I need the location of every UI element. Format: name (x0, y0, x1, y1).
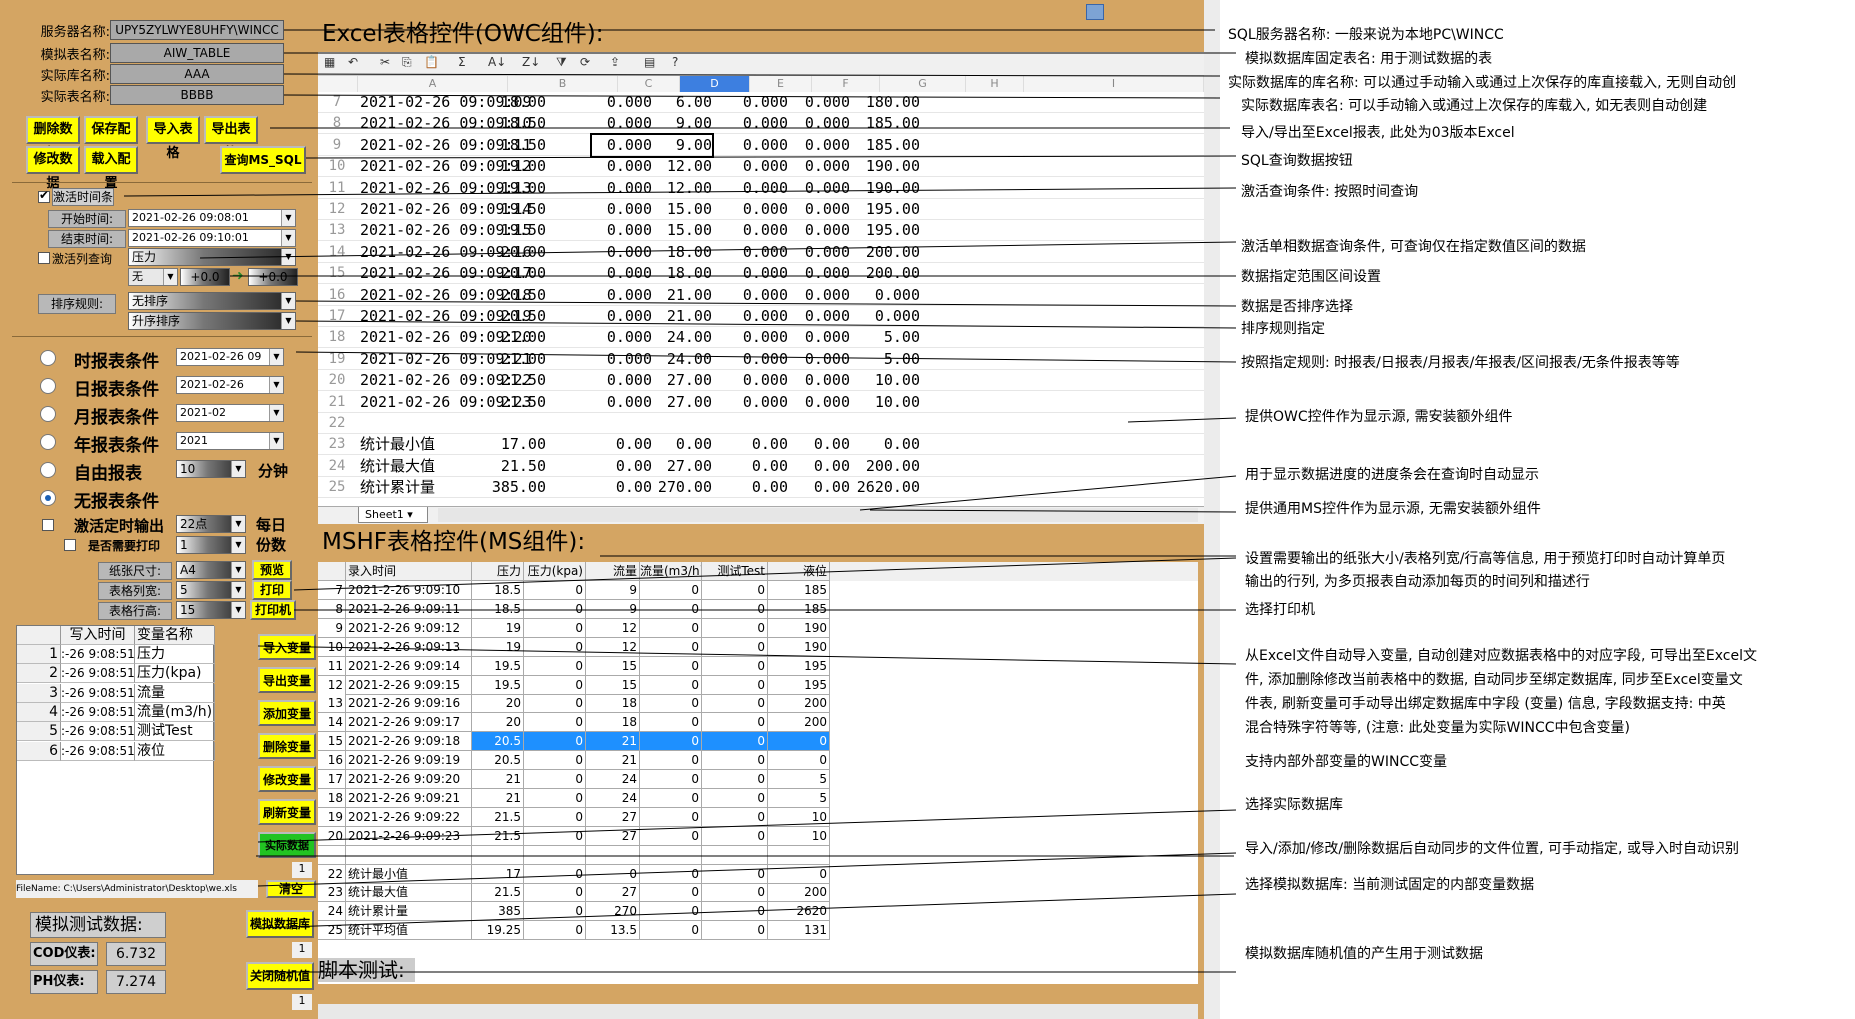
annotation-text: 提供通用MS控件作为显示源, 无需安装额外组件 (1245, 501, 1541, 517)
annotation-text: 导入/添加/修改/删除数据后自动同步的文件位置, 可手动指定, 或导入时自动识别 (1245, 841, 1739, 857)
annotation-line (257, 809, 1237, 843)
annotation-text: 数据是否排序选择 (1241, 299, 1353, 315)
annotation-text: 件表, 刷新变量可手动导出绑定数据库中字段 (变量) 信息, 字段数据支持: 中… (1245, 696, 1726, 712)
annotation-text: 排序规则指定 (1241, 321, 1325, 337)
annotation-text: 提供OWC控件作为显示源, 需安装额外组件 (1245, 409, 1513, 425)
annotation-text: 输出的行列, 为多页报表自动添加每页的时间列和描述行 (1245, 574, 1590, 590)
annotation-text: 导入/导出至Excel报表, 此处为03版本Excel (1241, 125, 1515, 141)
annotation-text: 激活查询条件: 按照时间查询 (1241, 184, 1419, 200)
annotation-lines (123, 29, 1237, 973)
annotation-text: 设置需要输出的纸张大小/表格列宽/行高等信息, 用于预览打印时自动计算单页 (1245, 551, 1726, 567)
annotation-line (123, 187, 1237, 197)
annotation-line (869, 509, 1237, 513)
annotation-text: SQL查询数据按钮 (1241, 153, 1353, 169)
annotation-line (295, 300, 1237, 307)
annotation-text: 混合特殊字符等等, (注意: 此处变量为实际WINCC中包含变量) (1245, 720, 1630, 736)
annotation-text: 用于显示数据进度的进度条会在查询时自动显示 (1245, 467, 1539, 483)
annotation-text: 数据指定范围区间设置 (1241, 269, 1381, 285)
annotation-line (295, 351, 1237, 363)
annotation-line (1127, 417, 1237, 423)
annotation-text: 激活单相数据查询条件, 可查询仅在指定数值区间的数据 (1241, 239, 1586, 255)
annotation-text: 选择模拟数据库: 当前测试固定的内部变量数据 (1245, 877, 1535, 893)
annotation-line (293, 557, 1237, 591)
annotation-text: 选择实际数据库 (1245, 797, 1343, 813)
annotation-text: 选择打印机 (1245, 602, 1315, 618)
annotation-line (257, 645, 1237, 665)
annotation-text: 按照指定规则: 时报表/日报表/月报表/年报表/区间报表/无条件报表等等 (1241, 355, 1680, 371)
annotation-text: 实际数据库表名: 可以手动输入或通过上次保存的库载入, 如无表则自动创建 (1241, 98, 1708, 114)
annotation-text: 模拟数据库随机值的产生用于测试数据 (1245, 946, 1483, 962)
annotation-text: 从Excel文件自动导入变量, 自动创建对应数据表格中的对应字段, 可导出至Ex… (1245, 648, 1757, 664)
annotation-text: SQL服务器名称: 一般来说为本地PC\WINCC (1228, 27, 1504, 43)
annotation-line (283, 73, 1221, 77)
annotation-line (257, 852, 1237, 887)
annotation-text: 模拟数据库固定表名: 用于测试数据的表 (1245, 51, 1493, 67)
annotation-line (199, 241, 1237, 259)
annotation-line (295, 320, 1237, 329)
annotation-line (283, 94, 1221, 99)
annotation-text: 实际数据库的库名称: 可以通过手动输入或通过上次保存的库直接载入, 无则自动创 (1228, 75, 1737, 91)
annotation-text: 件, 添加删除修改当前表格中的数据, 自动同步至绑定数据库, 同步至Excel变… (1245, 672, 1743, 688)
annotation-line (257, 893, 1237, 929)
annotation-line (859, 475, 1237, 511)
screenshot: { "left": { "server_label": "服务器名称:", "s… (0, 0, 1855, 1019)
annotation-text: 支持内部外部变量的WINCC变量 (1245, 754, 1447, 770)
annotation-line (305, 155, 1237, 159)
